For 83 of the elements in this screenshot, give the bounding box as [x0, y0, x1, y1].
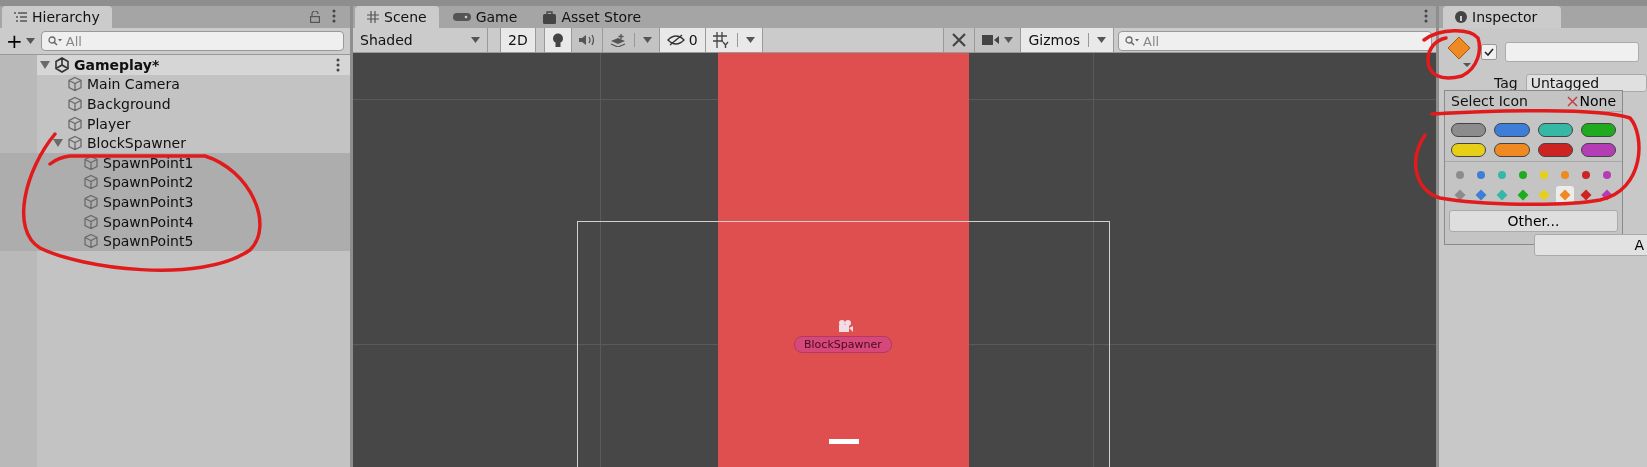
- hierarchy-item[interactable]: BlockSpawner: [87, 135, 186, 152]
- label-icon-option[interactable]: [1451, 143, 1487, 157]
- more-icon[interactable]: [336, 57, 340, 72]
- inspector-tab[interactable]: Inspector: [1443, 6, 1561, 28]
- tag-dropdown[interactable]: Untagged: [1525, 74, 1647, 92]
- light-bulb-icon: [551, 32, 564, 48]
- list-icon: [14, 12, 27, 22]
- more-icon[interactable]: [1424, 9, 1428, 23]
- search-icon: [1125, 36, 1139, 46]
- dot-icon-option[interactable]: [1561, 171, 1570, 179]
- dot-icon-option[interactable]: [1603, 171, 1612, 179]
- checkmark-icon: [1484, 48, 1494, 56]
- label-icon-option[interactable]: [1537, 123, 1573, 137]
- add-button[interactable]: +: [6, 31, 35, 51]
- expand-arrow-icon[interactable]: [40, 60, 50, 69]
- effects-dropdown[interactable]: [602, 28, 660, 52]
- camera-gizmo-icon: [837, 319, 853, 333]
- hierarchy-item[interactable]: Background: [87, 96, 171, 112]
- popup-title: Select Icon: [1451, 93, 1528, 109]
- annotation-mark: [1422, 29, 1482, 80]
- editor-tab[interactable]: Scene: [355, 6, 439, 28]
- label-icon-option[interactable]: [1537, 143, 1573, 157]
- cube-icon: [67, 96, 83, 112]
- label-icon-option[interactable]: [1580, 123, 1616, 137]
- label-icon-option[interactable]: [1451, 123, 1487, 137]
- caret-icon: [745, 37, 755, 43]
- dot-icon-option[interactable]: [1518, 171, 1527, 179]
- search-icon: [47, 36, 62, 46]
- object-label: BlockSpawner: [794, 336, 892, 353]
- bag-icon: [543, 10, 557, 24]
- expand-arrow-icon[interactable]: [53, 139, 63, 148]
- other-button[interactable]: Other...: [1449, 210, 1618, 232]
- caret-icon: [471, 37, 480, 43]
- cube-icon: [83, 174, 99, 191]
- active-checkbox[interactable]: [1481, 44, 1497, 60]
- dot-icon-option[interactable]: [1497, 171, 1506, 179]
- gamepad-icon: [452, 12, 471, 22]
- lighting-toggle[interactable]: [543, 28, 572, 52]
- dot-icon-option[interactable]: [1455, 171, 1464, 179]
- label-icon-option[interactable]: [1494, 143, 1530, 157]
- gizmos-dropdown[interactable]: Gizmos: [1021, 28, 1114, 52]
- cube-icon: [83, 193, 99, 210]
- unity-logo-icon: [54, 56, 70, 73]
- caret-icon: [25, 38, 35, 44]
- camera-dropdown[interactable]: [975, 28, 1022, 52]
- editor-tab[interactable]: Asset Store: [531, 6, 654, 28]
- grid-dropdown[interactable]: [705, 28, 763, 52]
- name-field[interactable]: [1505, 42, 1639, 62]
- label-icon-option[interactable]: [1494, 123, 1530, 137]
- tools-button[interactable]: [943, 28, 976, 52]
- layers-icon: [609, 33, 626, 47]
- grid-icon: [712, 32, 729, 48]
- 2d-toggle[interactable]: 2D: [500, 28, 536, 52]
- speaker-icon: [578, 34, 595, 46]
- audio-toggle[interactable]: [571, 28, 603, 52]
- cube-icon: [83, 213, 99, 230]
- caret-icon: [642, 37, 652, 43]
- video-camera-icon: [982, 34, 1001, 46]
- player-sprite: [829, 439, 859, 444]
- cube-icon: [67, 76, 83, 93]
- more-icon[interactable]: [332, 9, 336, 23]
- diamond-icon[interactable]: [1447, 36, 1473, 68]
- add-component-button[interactable]: A: [1534, 234, 1647, 256]
- editor-tab[interactable]: Game: [440, 6, 530, 28]
- cube-icon: [67, 115, 83, 132]
- cube-icon: [67, 135, 83, 152]
- info-icon: [1455, 11, 1467, 23]
- caret-icon: [1097, 37, 1106, 43]
- cube-icon: [83, 233, 99, 250]
- dot-icon-option[interactable]: [1582, 171, 1591, 179]
- hierarchy-item[interactable]: Player: [87, 115, 131, 132]
- hidden-objects-toggle[interactable]: 0: [659, 28, 706, 52]
- lock-icon[interactable]: [310, 11, 320, 23]
- hierarchy-item[interactable]: Main Camera: [87, 76, 180, 93]
- none-button[interactable]: None: [1567, 93, 1616, 109]
- dot-icon-option[interactable]: [1540, 171, 1549, 179]
- close-icon: [1567, 95, 1579, 107]
- grid-icon: [367, 11, 379, 23]
- hierarchy-tab[interactable]: Hierarchy: [2, 6, 112, 28]
- dot-icon-option[interactable]: [1476, 171, 1485, 179]
- label-icon-option[interactable]: [1580, 143, 1616, 157]
- hidden-eye-icon: [666, 34, 685, 46]
- caret-icon: [1004, 37, 1014, 43]
